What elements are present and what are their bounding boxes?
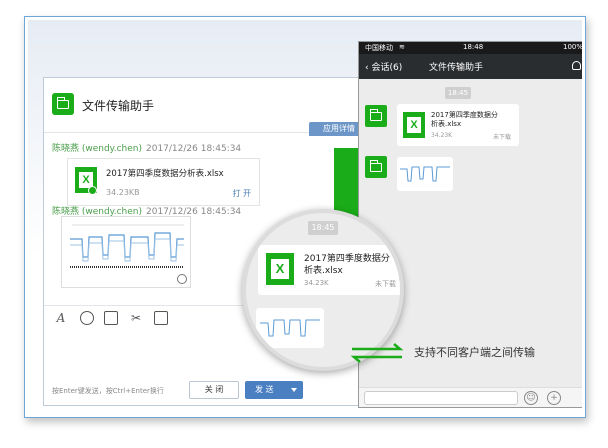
profile-icon[interactable]: [572, 61, 581, 70]
phone-message-input[interactable]: [364, 391, 518, 405]
feature-caption: 支持不同客户端之间传输: [414, 346, 535, 359]
send-button-label: 发 送: [255, 385, 274, 394]
folder-icon[interactable]: [154, 311, 168, 325]
wifi-icon: ≋: [399, 43, 405, 51]
message-time: 2017/12/26 18:45:34: [146, 144, 242, 154]
plus-icon[interactable]: +: [547, 391, 561, 405]
message-sender: 陈晓燕 (wendy.chen) 2017/12/26 18:45:34: [52, 141, 241, 154]
screenshot-thumbnail[interactable]: [61, 216, 191, 288]
time-pill: 18:45: [308, 221, 338, 235]
excel-file-icon: X: [266, 253, 294, 285]
chart-thumbnail-graphic: [260, 319, 320, 337]
scissors-icon[interactable]: ✂: [129, 311, 143, 325]
phone-input-bar: ☺ +: [359, 387, 582, 407]
emoji-icon[interactable]: ☺: [524, 391, 538, 405]
chart-thumbnail-graphic: [400, 166, 450, 182]
phone-screenshot-thumbnail[interactable]: [397, 157, 453, 191]
screenshot-frame: 文件传输助手 应用详情 陈晓燕 (wendy.chen) 2017/12/26 1…: [24, 16, 586, 418]
font-icon[interactable]: A: [54, 311, 68, 325]
close-button[interactable]: 关 闭: [189, 381, 239, 399]
phone-file-card[interactable]: X 2017第四季度数据分 析表.xlsx 34.23K 未下载: [397, 104, 519, 146]
sender-name: 陈晓燕 (wendy.chen): [52, 144, 142, 154]
file-transfer-avatar: [365, 156, 387, 178]
download-status: 未下载: [492, 134, 511, 141]
phone-title: 文件传输助手: [429, 63, 484, 73]
file-size: 34.23K: [431, 132, 453, 139]
sync-arrows-icon: [350, 343, 404, 363]
send-options-caret-icon[interactable]: [291, 388, 297, 392]
file-transfer-icon: [52, 93, 74, 115]
file-name-line2: 析表.xlsx: [431, 120, 462, 128]
send-hint: 按Enter键发送，按Ctrl+Enter换行: [52, 387, 164, 395]
file-transfer-avatar: [365, 105, 387, 127]
magnified-file-card: X 2017第四季度数据分 析表.xlsx 34.23K 未下载: [258, 245, 400, 295]
send-button[interactable]: 发 送: [245, 381, 303, 399]
open-file-link[interactable]: 打 开: [232, 188, 251, 199]
phone-nav-bar: ‹ 会话(6) 文件传输助手: [359, 54, 582, 79]
sent-check-icon: [88, 186, 97, 195]
time-pill: 18:45: [445, 87, 471, 99]
back-button[interactable]: ‹ 会话(6): [365, 60, 402, 73]
zoom-in-icon[interactable]: [177, 274, 187, 284]
file-message-card[interactable]: X 2017第四季度数据分析表.xlsx 34.23KB 打 开: [67, 158, 260, 206]
excel-file-icon: X: [403, 112, 425, 138]
desktop-title: 文件传输助手: [82, 99, 155, 113]
carrier-label: 中国移动: [365, 44, 393, 52]
file-size: 34.23KB: [106, 188, 140, 197]
image-icon[interactable]: [104, 311, 118, 325]
status-bar: 中国移动 ≋ 18:48 100%: [359, 42, 582, 54]
file-name: 2017第四季度数据分析表.xlsx: [106, 169, 224, 179]
emoji-icon[interactable]: [80, 311, 94, 325]
chart-thumbnail-graphic: [70, 224, 184, 268]
file-name-line2: 析表.xlsx: [304, 266, 343, 276]
download-status: 未下载: [375, 280, 396, 288]
frame-background: 文件传输助手 应用详情 陈晓燕 (wendy.chen) 2017/12/26 1…: [28, 20, 582, 414]
status-clock: 18:48: [463, 43, 484, 51]
file-size: 34.23K: [304, 279, 329, 287]
magnified-screenshot: [256, 308, 324, 348]
battery-level: 100%: [562, 43, 582, 51]
